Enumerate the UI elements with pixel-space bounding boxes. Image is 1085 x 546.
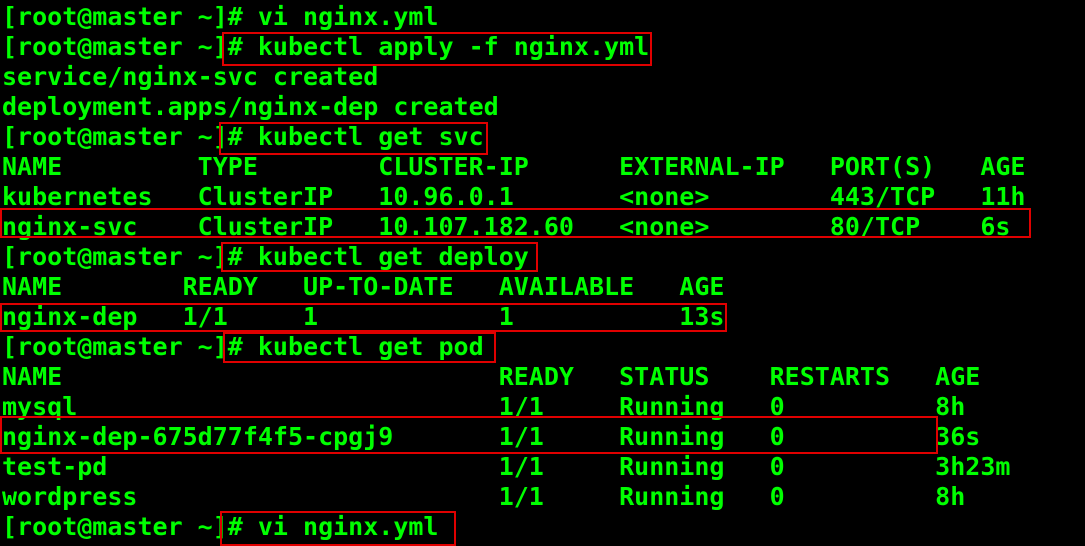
command-line: [root@master ~]# kubectl get deploy	[2, 242, 529, 271]
command-line: [root@master ~]# vi nginx.yml	[2, 2, 439, 31]
table-row: nginx-dep-675d77f4f5-cpgj9 1/1 Running 0…	[2, 422, 981, 451]
command-line: [root@master ~]# kubectl get pod	[2, 332, 484, 361]
command-line: [root@master ~]# kubectl get svc	[2, 122, 484, 151]
table-row: nginx-dep 1/1 1 1 13s	[2, 302, 725, 331]
table-header: NAME TYPE CLUSTER-IP EXTERNAL-IP PORT(S)…	[2, 152, 1026, 181]
table-row: mysql 1/1 Running 0 8h	[2, 392, 966, 421]
command-line: [root@master ~]# vi nginx.yml	[2, 512, 439, 541]
table-row: nginx-svc ClusterIP 10.107.182.60 <none>…	[2, 212, 1011, 241]
table-row: kubernetes ClusterIP 10.96.0.1 <none> 44…	[2, 182, 1026, 211]
terminal-window[interactable]: [root@master ~]# vi nginx.yml [root@mast…	[0, 0, 1085, 546]
table-header: NAME READY STATUS RESTARTS AGE	[2, 362, 981, 391]
output-line: deployment.apps/nginx-dep created	[2, 92, 499, 121]
table-row: test-pd 1/1 Running 0 3h23m	[2, 452, 1011, 481]
command-line: [root@master ~]# kubectl apply -f nginx.…	[2, 32, 650, 61]
output-line: service/nginx-svc created	[2, 62, 379, 91]
table-row: wordpress 1/1 Running 0 8h	[2, 482, 966, 511]
table-header: NAME READY UP-TO-DATE AVAILABLE AGE	[2, 272, 725, 301]
